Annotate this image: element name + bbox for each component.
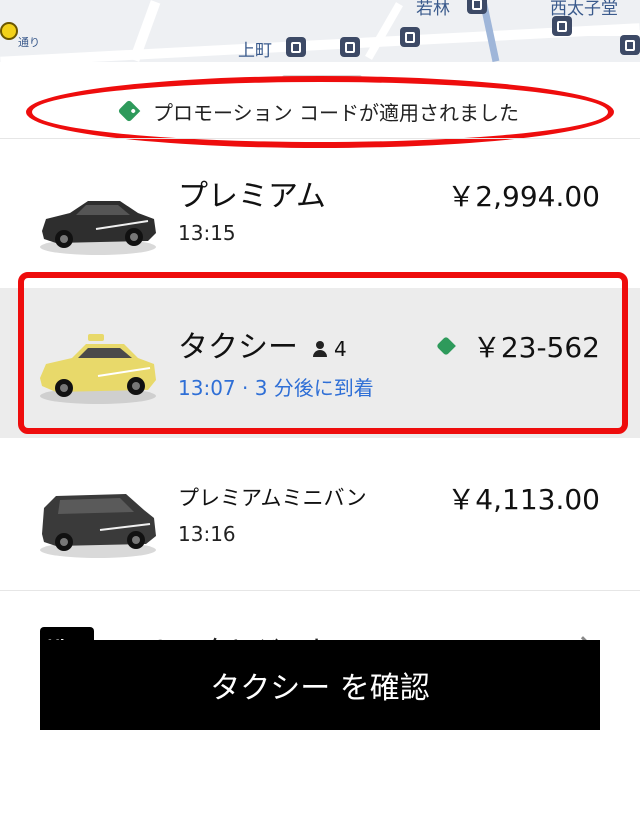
promo-banner: プロモーション コードが適用されました: [0, 84, 640, 138]
bus-stop-icon: [467, 0, 487, 14]
bus-stop-icon: [400, 27, 420, 47]
ride-time: 13:15: [178, 221, 236, 245]
ride-name: プレミアムミニバン: [178, 486, 367, 510]
ride-option-premium-minivan[interactable]: プレミアムミニバン 13:16 ￥4,113.00: [0, 442, 640, 592]
taxi-car-icon: [40, 334, 156, 404]
ride-price: ￥23-562: [435, 326, 600, 366]
ride-price: ￥2,994.00: [447, 180, 600, 213]
promo-text: プロモーション コードが適用されました: [153, 100, 519, 125]
ride-option-taxi[interactable]: タクシー 4 13:07 · 3 分後に到着 ￥23-562: [0, 288, 640, 438]
ride-price-text: ￥23-562: [472, 331, 600, 364]
seat-count: 4: [334, 337, 347, 361]
seat-capacity: 4: [312, 337, 347, 361]
map-view[interactable]: 若林 西太子堂 上町 通り: [0, 0, 640, 62]
map-label-street: 通り: [18, 36, 40, 49]
promo-tag-icon: [117, 99, 141, 123]
ride-name-text: タクシー: [178, 330, 298, 365]
ride-option-premium[interactable]: プレミアム 13:15 ￥2,994.00: [0, 139, 640, 289]
divider: [0, 590, 640, 591]
ride-time: 13:16: [178, 522, 236, 546]
bus-stop-icon: [286, 37, 306, 57]
ride-eta: 13:07 · 3 分後に到着: [178, 376, 374, 400]
ride-name: タクシー 4: [178, 322, 347, 366]
map-car-marker-icon: [0, 22, 18, 40]
promo-tag-icon: [435, 336, 456, 356]
bus-stop-icon: [620, 35, 640, 55]
map-label-wakabayashi: 若林: [416, 0, 450, 19]
minivan-car-icon: [40, 494, 156, 558]
ride-name: プレミアム: [178, 179, 326, 214]
bus-stop-icon: [340, 37, 360, 57]
person-icon: [312, 341, 328, 357]
bus-stop-icon: [552, 16, 572, 36]
map-label-kamimachi: 上町: [238, 41, 272, 61]
sheet-drag-handle[interactable]: [282, 75, 362, 80]
confirm-taxi-button[interactable]: タクシー を確認: [40, 640, 600, 730]
premium-car-icon: [40, 201, 156, 255]
ride-price: ￥4,113.00: [447, 483, 600, 516]
